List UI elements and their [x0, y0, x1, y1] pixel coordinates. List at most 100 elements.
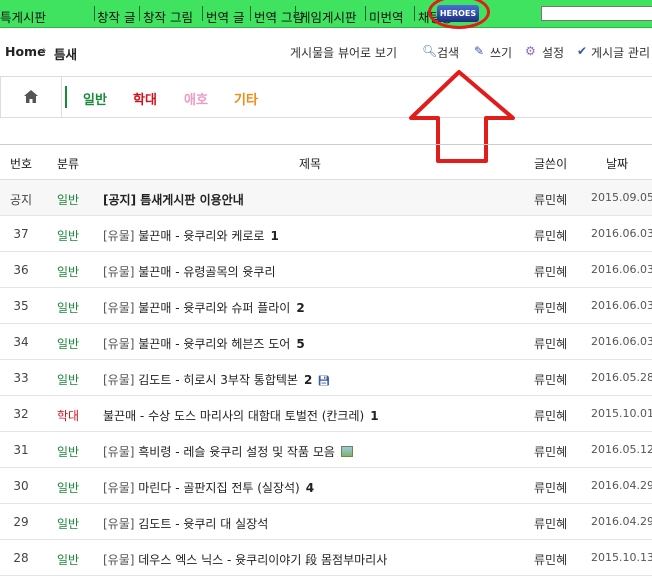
post-number: 37	[13, 227, 29, 241]
nav-divider	[139, 6, 140, 21]
post-category[interactable]: 학대	[50, 407, 86, 424]
post-title-text: 불끈매 - 수상 도스 마리사의 대함대 토벌전 (칸크레)	[103, 409, 365, 423]
post-author[interactable]: 류민혜	[534, 551, 567, 568]
post-author[interactable]: 류민혜	[534, 299, 567, 316]
table-row[interactable]: 31 일반 [유물] 흑비령 - 레슬 윳쿠리 설정 및 작품 모음 류민혜 2016.…	[0, 432, 652, 468]
post-author[interactable]: 류민혜	[534, 443, 567, 460]
tab-home[interactable]	[1, 77, 62, 117]
nav-link-translation-art[interactable]: 번역 그림	[254, 7, 304, 26]
image-icon	[340, 446, 353, 457]
notice-row[interactable]: 공지 일반 [공지] 틈새게시판 이용안내 류민혜 2015.09.05	[0, 180, 652, 216]
post-date: 2016.06.03	[591, 263, 652, 276]
post-title-link[interactable]: [유물] 불끈매 - 윳쿠리와 슈퍼 플라이 2	[103, 299, 305, 316]
post-title-link[interactable]: [공지] 틈새게시판 이용안내	[103, 191, 244, 208]
table-row[interactable]: 36 일반 [유물] 불끈매 - 유령골목의 윳쿠리 류민혜 2016.06.03	[0, 252, 652, 288]
post-title-link[interactable]: [유물] 불끈매 - 유령골목의 윳쿠리	[103, 263, 275, 280]
post-prefix: [유물]	[103, 517, 135, 531]
nav-link-board[interactable]: 특게시판	[0, 7, 46, 26]
post-title-link[interactable]: [유물] 김도트 - 윳쿠리 대 실장석	[103, 515, 268, 532]
post-date: 2015.10.13	[591, 551, 652, 564]
post-number: 28	[13, 551, 29, 565]
nav-link-creative-art[interactable]: 창작 그림	[143, 7, 193, 26]
post-title-text: 김도트 - 히로시 3부작 통합텍본	[134, 373, 298, 387]
post-author[interactable]: 류민혜	[534, 191, 567, 208]
table-row[interactable]: 37 일반 [유물] 불끈매 - 윳쿠리와 케로로 1 류민혜 2016.06.03	[0, 216, 652, 252]
checkmark-icon: ✔	[577, 44, 588, 58]
post-title-link[interactable]: [유물] 불끈매 - 윳쿠리와 헤븐즈 도어 5	[103, 335, 305, 352]
post-category[interactable]: 일반	[50, 227, 86, 244]
post-category[interactable]: 일반	[50, 263, 86, 280]
post-author[interactable]: 류민혜	[534, 227, 567, 244]
floppy-disk-icon: 💾︎	[317, 376, 331, 387]
nav-divider	[414, 6, 415, 21]
table-row[interactable]: 28 일반 [유물] 데우스 엑스 닉스 - 윳쿠리이야기 段 몸점부마리사 류민혜 2…	[0, 540, 652, 576]
nav-divider	[202, 6, 203, 21]
manage-posts-button[interactable]: 게시글 관리	[591, 44, 650, 61]
comment-count[interactable]: 5	[296, 337, 304, 351]
tab-abuse[interactable]: 학대	[133, 89, 157, 108]
post-title-link[interactable]: [유물] 마린다 - 골판지집 전투 (실장석) 4	[103, 479, 314, 496]
viewer-mode-link[interactable]: 게시물을 뷰어로 보기	[290, 44, 397, 61]
table-row[interactable]: 30 일반 [유물] 마린다 - 골판지집 전투 (실장석) 4 류민혜 2016.04.…	[0, 468, 652, 504]
post-date: 2015.10.01	[591, 407, 652, 420]
post-number: 36	[13, 263, 29, 277]
post-category[interactable]: 일반	[50, 335, 86, 352]
comment-count[interactable]: 4	[306, 481, 314, 495]
post-title-link[interactable]: [유물] 흑비령 - 레슬 윳쿠리 설정 및 작품 모음	[103, 443, 353, 460]
home-icon	[24, 90, 38, 103]
breadcrumb-current[interactable]: 틈새	[54, 44, 77, 63]
nav-link-untranslated[interactable]: 미번역	[369, 7, 404, 26]
tab-general[interactable]: 일반	[83, 89, 107, 108]
tab-etc[interactable]: 기타	[234, 89, 258, 108]
header-date: 날짜	[606, 157, 629, 171]
post-title-text: [공지] 틈새게시판 이용안내	[103, 193, 244, 207]
post-prefix: [유물]	[103, 337, 135, 351]
post-category[interactable]: 일반	[50, 191, 86, 208]
nav-link-game-board[interactable]: 게임게시판	[299, 7, 357, 26]
settings-button[interactable]: 설정	[542, 44, 564, 61]
post-author[interactable]: 류민혜	[534, 335, 567, 352]
post-author[interactable]: 류민혜	[534, 407, 567, 424]
table-row[interactable]: 33 일반 [유물] 김도트 - 히로시 3부작 통합텍본 2 💾︎ 류민혜 2016.05…	[0, 360, 652, 396]
comment-count[interactable]: 2	[296, 301, 304, 315]
post-category[interactable]: 일반	[50, 443, 86, 460]
table-row[interactable]: 29 일반 [유물] 김도트 - 윳쿠리 대 실장석 류민혜 2016.04.29	[0, 504, 652, 540]
nav-link-translation-text[interactable]: 번역 글	[206, 7, 244, 26]
post-number: 34	[13, 335, 29, 349]
post-title-link[interactable]: [유물] 김도트 - 히로시 3부작 통합텍본 2 💾︎	[103, 371, 330, 388]
comment-count[interactable]: 1	[270, 229, 278, 243]
annotation-circle	[428, 0, 490, 29]
post-title-text: 김도트 - 윳쿠리 대 실장석	[134, 517, 269, 531]
post-category[interactable]: 일반	[50, 371, 86, 388]
post-title-link[interactable]: 불끈매 - 수상 도스 마리사의 대함대 토벌전 (칸크레) 1	[103, 407, 379, 424]
post-title-text: 마린다 - 골판지집 전투 (실장석)	[134, 481, 300, 495]
comment-count[interactable]: 2	[304, 373, 312, 387]
post-author[interactable]: 류민혜	[534, 263, 567, 280]
table-row[interactable]: 32 학대 불끈매 - 수상 도스 마리사의 대함대 토벌전 (칸크레) 1 류민혜 20…	[0, 396, 652, 432]
table-header: 번호 분류 제목 글쓴이 날짜	[0, 144, 652, 180]
post-title-link[interactable]: [유물] 불끈매 - 윳쿠리와 케로로 1	[103, 227, 279, 244]
post-author[interactable]: 류민혜	[534, 371, 567, 388]
comment-count[interactable]: 1	[370, 409, 378, 423]
write-button[interactable]: 쓰기	[490, 44, 512, 61]
nav-divider	[365, 6, 366, 21]
post-date: 2016.05.12	[591, 443, 652, 456]
table-row[interactable]: 35 일반 [유물] 불끈매 - 윳쿠리와 슈퍼 플라이 2 류민혜 2016.06.03	[0, 288, 652, 324]
post-title-link[interactable]: [유물] 데우스 엑스 닉스 - 윳쿠리이야기 段 몸점부마리사	[103, 551, 387, 568]
table-row[interactable]: 34 일반 [유물] 불끈매 - 윳쿠리와 헤븐즈 도어 5 류민혜 2016.06.03	[0, 324, 652, 360]
tab-affection[interactable]: 애호	[184, 89, 208, 108]
post-date: 2016.06.03	[591, 227, 652, 240]
post-category[interactable]: 일반	[50, 479, 86, 496]
post-category[interactable]: 일반	[50, 551, 86, 568]
post-date: 2016.04.29	[591, 479, 652, 492]
breadcrumb-home[interactable]: Home	[5, 44, 46, 59]
search-button[interactable]: 검색	[437, 44, 459, 61]
post-author[interactable]: 류민혜	[534, 515, 567, 532]
post-category[interactable]: 일반	[50, 515, 86, 532]
post-category[interactable]: 일반	[50, 299, 86, 316]
top-search-input[interactable]	[541, 6, 652, 21]
post-prefix: [유물]	[103, 373, 135, 387]
nav-link-creative-text[interactable]: 창작 글	[97, 7, 135, 26]
tab-accent	[65, 86, 67, 108]
post-author[interactable]: 류민혜	[534, 479, 567, 496]
